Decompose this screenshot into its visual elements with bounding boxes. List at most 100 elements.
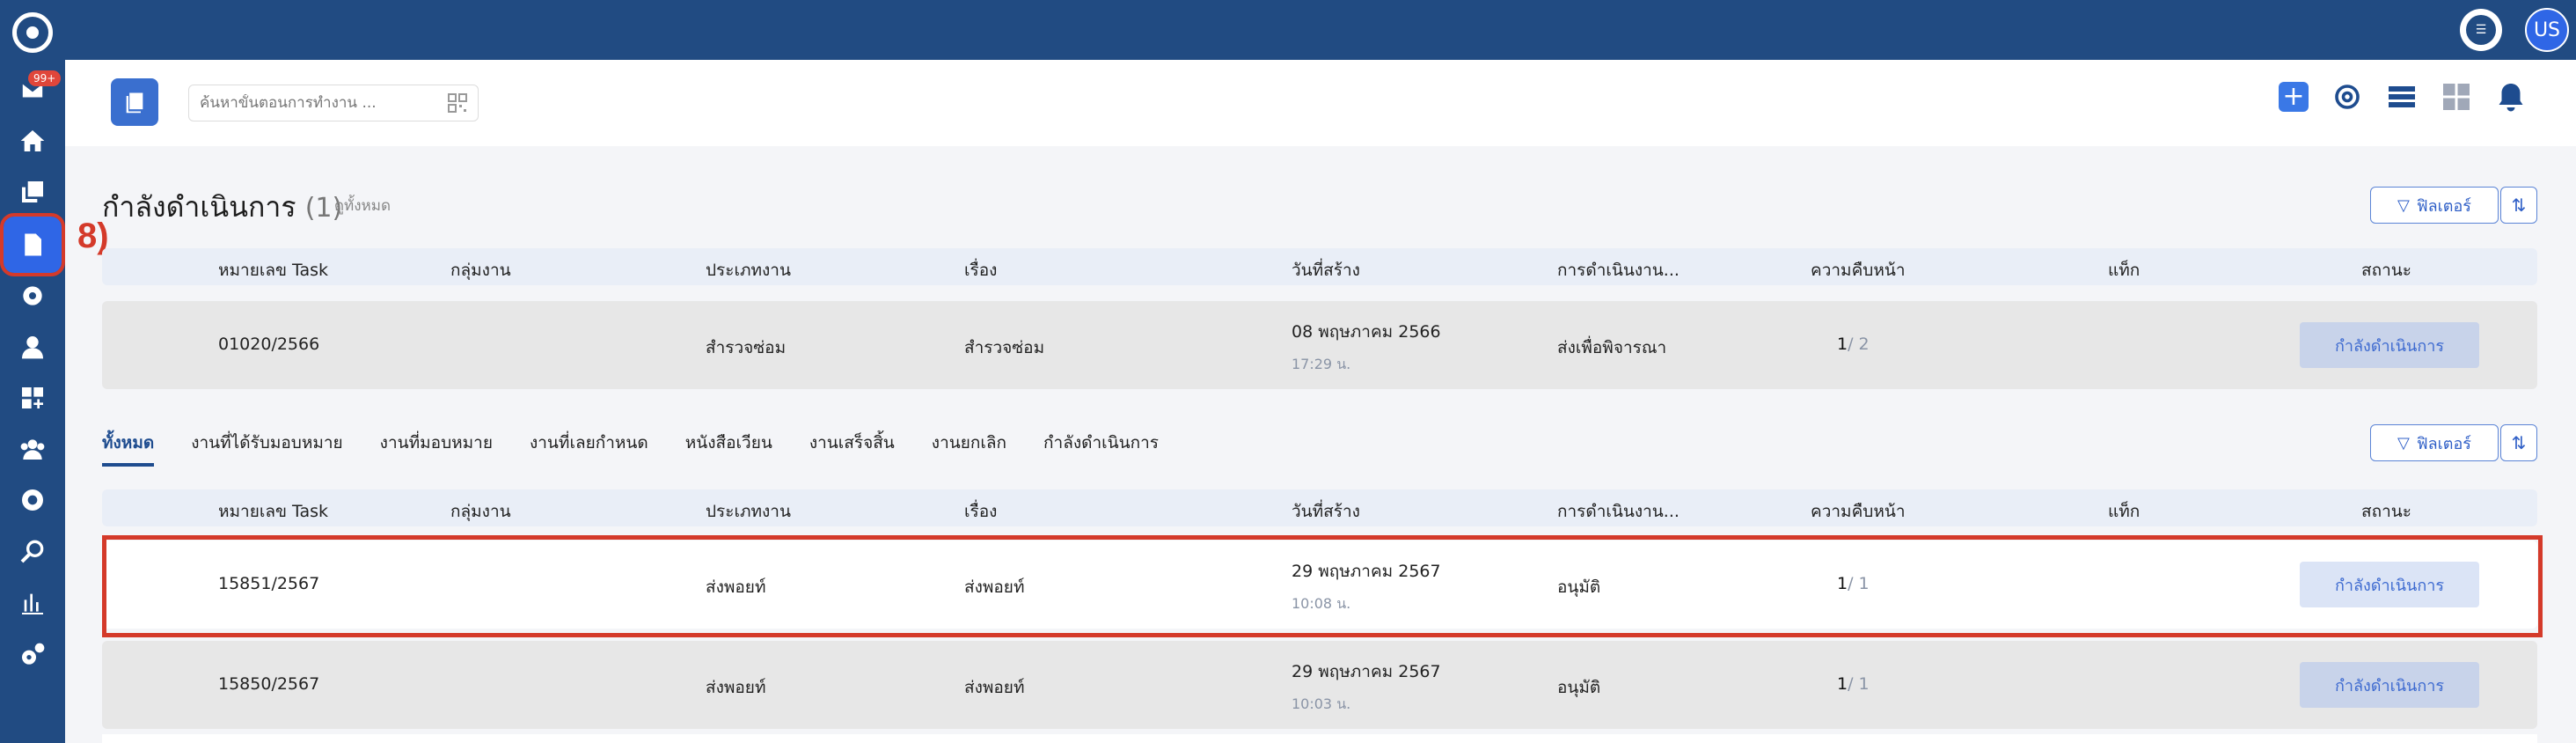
- created-time: 17:29 น.: [1292, 356, 1351, 372]
- sort-icon: ⇅: [2511, 432, 2527, 453]
- sidebar-item-search[interactable]: [15, 533, 50, 569]
- column-header[interactable]: หมายเลข Task: [218, 498, 328, 525]
- column-header[interactable]: วันที่สร้าง: [1292, 257, 1360, 283]
- filter-button[interactable]: ▽ ฟิลเตอร์: [2370, 187, 2499, 224]
- column-header[interactable]: หมายเลข Task: [218, 257, 328, 283]
- sidebar-item-profile[interactable]: [15, 329, 50, 364]
- tab-cancelled[interactable]: งานยกเลิก: [932, 430, 1006, 467]
- column-header[interactable]: กลุ่มงาน: [450, 257, 511, 283]
- notification-badge: 99+: [28, 70, 62, 86]
- column-header[interactable]: กลุ่มงาน: [450, 498, 511, 525]
- filter-icon: ▽: [2397, 433, 2410, 452]
- filter-button[interactable]: ▽ ฟิลเตอร์: [2370, 424, 2499, 461]
- search-box: [188, 85, 479, 121]
- section-title-text: กำลังดำเนินการ: [102, 190, 296, 224]
- gears-icon: [22, 643, 45, 665]
- search-input[interactable]: [200, 94, 448, 112]
- progress-done: 1: [1837, 335, 1848, 354]
- sidebar: 99+: [0, 0, 65, 743]
- section-title: กำลังดำเนินการ (1): [102, 185, 342, 230]
- documents-button[interactable]: [111, 78, 158, 126]
- chat-icon: ☰: [2466, 15, 2496, 45]
- created-date: 29 พฤษภาคม 2567: [1292, 662, 1441, 681]
- sidebar-item-team[interactable]: [15, 431, 50, 467]
- task-type: ส่งพอยท์: [706, 678, 766, 697]
- gear-icon: [23, 286, 42, 305]
- column-header[interactable]: ประเภทงาน: [706, 257, 791, 283]
- filter-label: ฟิลเตอร์: [2416, 196, 2471, 216]
- progress-total: / 2: [1848, 335, 1870, 354]
- user-avatar[interactable]: US: [2525, 8, 2569, 52]
- table-header: หมายเลข Task กลุ่มงาน ประเภทงาน เรื่อง ว…: [102, 248, 2537, 285]
- table-row[interactable]: 15850/2567 ส่งพอยท์ ส่งพอยท์ 29 พฤษภาคม …: [102, 641, 2537, 729]
- action-status: ส่งเพื่อพิจารณา: [1557, 338, 1667, 357]
- column-header[interactable]: แท็ก: [2108, 498, 2140, 525]
- sidebar-item-reports[interactable]: [15, 585, 50, 620]
- tab-all[interactable]: ทั้งหมด: [102, 430, 155, 467]
- document-icon: [25, 233, 41, 256]
- copy-icon: [22, 181, 43, 202]
- see-all-link[interactable]: ดูทั้งหมด: [334, 194, 391, 217]
- sidebar-item-workflow-settings[interactable]: [15, 278, 50, 313]
- sidebar-item-system-settings[interactable]: [15, 482, 50, 518]
- column-header[interactable]: สถานะ: [2361, 257, 2411, 283]
- tab-assigned-by-me[interactable]: งานที่มอบหมาย: [380, 430, 493, 467]
- task-subject: ส่งพอยท์: [964, 678, 1025, 697]
- table-header: หมายเลข Task กลุ่มงาน ประเภทงาน เรื่อง ว…: [102, 489, 2537, 526]
- column-header[interactable]: สถานะ: [2361, 498, 2411, 525]
- progress-total: / 1: [1848, 674, 1870, 694]
- created-date: 08 พฤษภาคม 2566: [1292, 322, 1441, 342]
- cog-icon: [22, 489, 43, 511]
- column-header[interactable]: การดำเนินงาน...: [1557, 498, 1680, 525]
- bell-icon[interactable]: [2495, 81, 2527, 113]
- sidebar-item-copies[interactable]: [15, 174, 50, 210]
- app-logo[interactable]: [12, 12, 53, 53]
- tab-overdue[interactable]: งานที่เลยกำหนด: [530, 430, 648, 467]
- column-header[interactable]: เรื่อง: [964, 257, 997, 283]
- settings-icon[interactable]: [2331, 81, 2363, 113]
- task-number: 01020/2566: [218, 335, 320, 354]
- grid-view-icon[interactable]: [2441, 81, 2472, 113]
- filter-icon: ▽: [2397, 195, 2410, 215]
- task-subject: สำรวจซ่อม: [964, 338, 1045, 357]
- column-header[interactable]: ประเภทงาน: [706, 498, 791, 525]
- progress: 1/ 2: [1837, 335, 1870, 354]
- column-header[interactable]: ความคืบหน้า: [1811, 498, 1906, 525]
- add-button[interactable]: +: [2279, 82, 2309, 112]
- filter-label: ฟิลเตอร์: [2416, 434, 2471, 453]
- task-number: 15850/2567: [218, 674, 320, 694]
- sidebar-item-documents[interactable]: [0, 213, 65, 276]
- next-row-edge: [102, 734, 2537, 743]
- status-button[interactable]: กำลังดำเนินการ: [2300, 322, 2479, 368]
- action-status: อนุมัติ: [1557, 678, 1601, 697]
- user-icon: [22, 336, 43, 359]
- table-row[interactable]: 01020/2566 สำรวจซ่อม สำรวจซ่อม 08 พฤษภาค…: [102, 301, 2537, 389]
- tab-completed[interactable]: งานเสร็จสิ้น: [809, 430, 895, 467]
- tab-in-progress[interactable]: กำลังดำเนินการ: [1043, 430, 1159, 467]
- search-icon: [20, 540, 44, 563]
- column-header[interactable]: แท็ก: [2108, 257, 2140, 283]
- sidebar-item-admin-settings[interactable]: [15, 637, 50, 673]
- bar-chart-icon: [22, 593, 43, 614]
- status-button[interactable]: กำลังดำเนินการ: [2300, 662, 2479, 708]
- progress-done: 1: [1837, 674, 1848, 694]
- column-header[interactable]: ความคืบหน้า: [1811, 257, 1906, 283]
- column-header[interactable]: เรื่อง: [964, 498, 997, 525]
- highlight-box: [102, 535, 2543, 637]
- list-view-icon[interactable]: [2386, 81, 2418, 113]
- tab-circulars[interactable]: หนังสือเวียน: [685, 430, 772, 467]
- column-header[interactable]: การดำเนินงาน...: [1557, 257, 1680, 283]
- tab-assigned-to-me[interactable]: งานที่ได้รับมอบหมาย: [191, 430, 342, 467]
- top-bar: ☰ US: [0, 0, 2576, 60]
- progress: 1/ 1: [1837, 674, 1870, 694]
- column-header[interactable]: วันที่สร้าง: [1292, 498, 1360, 525]
- sidebar-item-home[interactable]: [15, 123, 50, 158]
- sidebar-item-widgets[interactable]: [15, 380, 50, 416]
- sort-button[interactable]: ⇅: [2500, 187, 2537, 224]
- chat-button[interactable]: ☰: [2460, 9, 2502, 51]
- sort-button[interactable]: ⇅: [2500, 424, 2537, 461]
- stack-icon: [126, 92, 143, 114]
- tab-bar: ทั้งหมด งานที่ได้รับมอบหมาย งานที่มอบหมา…: [102, 430, 1159, 467]
- group-icon: [20, 439, 45, 460]
- qr-code-icon[interactable]: [448, 93, 467, 113]
